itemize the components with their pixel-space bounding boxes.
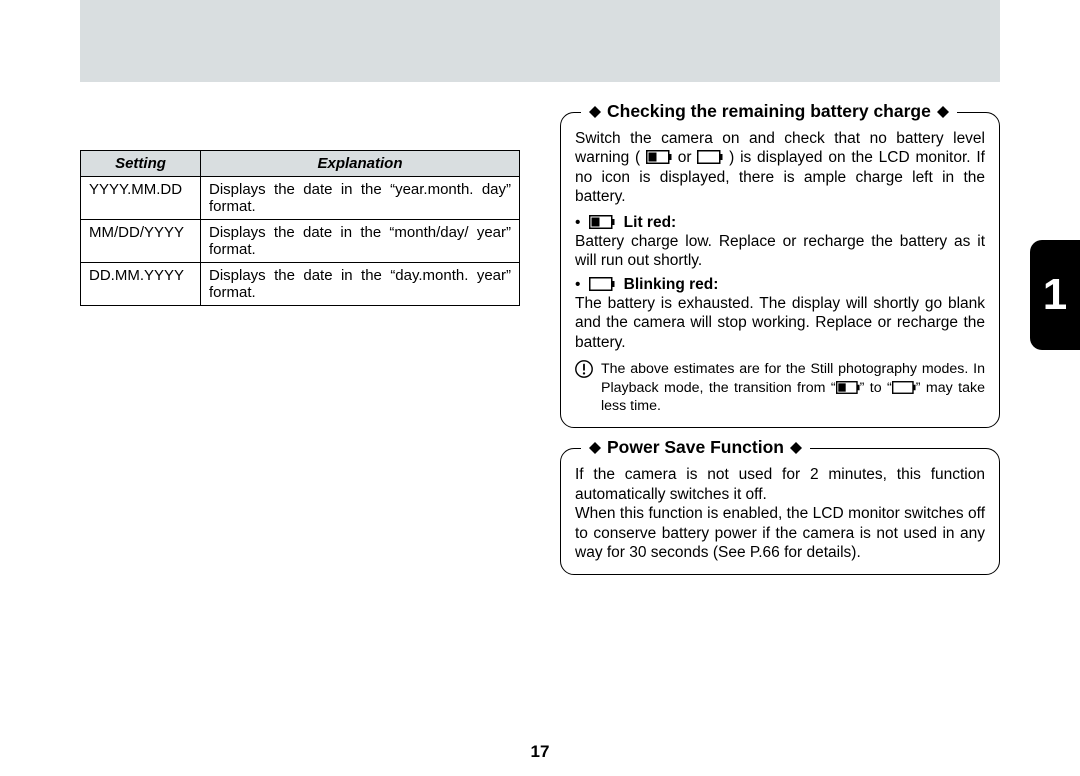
table-header-row: Setting Explanation xyxy=(81,151,520,177)
page: 1 Setting Explanation YYYY.MM.DD Display… xyxy=(0,0,1080,776)
col-header-explanation: Explanation xyxy=(201,151,520,177)
cell-setting: MM/DD/YYYY xyxy=(81,220,201,263)
box-title: Checking the remaining battery charge xyxy=(607,101,931,122)
diamond-icon xyxy=(790,442,802,454)
battery-empty-icon xyxy=(892,381,916,394)
table-row: DD.MM.YYYY Displays the date in the “day… xyxy=(81,263,520,306)
text-fragment: ” to “ xyxy=(860,380,892,396)
chapter-tab: 1 xyxy=(1030,240,1080,350)
battery-empty-icon xyxy=(697,150,723,164)
battery-low-icon xyxy=(836,381,860,394)
chapter-number: 1 xyxy=(1043,270,1067,320)
box-legend: Power Save Function xyxy=(581,437,810,458)
cell-explanation: Displays the date in the “month/day/ yea… xyxy=(201,220,520,263)
cell-setting: YYYY.MM.DD xyxy=(81,177,201,220)
date-format-table: Setting Explanation YYYY.MM.DD Displays … xyxy=(80,150,520,306)
header-band xyxy=(80,0,1000,82)
table-row: YYYY.MM.DD Displays the date in the “yea… xyxy=(81,177,520,220)
footnote-text: The above estimates are for the Still ph… xyxy=(601,360,985,415)
item-text: The battery is exhausted. The display wi… xyxy=(575,294,985,352)
box-legend: Checking the remaining battery charge xyxy=(581,101,957,122)
col-header-setting: Setting xyxy=(81,151,201,177)
cell-explanation: Displays the date in the “day.month. yea… xyxy=(201,263,520,306)
battery-low-icon xyxy=(589,215,615,229)
item-text: Battery charge low. Replace or recharge … xyxy=(575,232,985,271)
item-label: Lit red: xyxy=(619,214,676,231)
page-number: 17 xyxy=(0,742,1080,762)
box-title: Power Save Function xyxy=(607,437,784,458)
diamond-icon xyxy=(937,106,949,118)
diamond-icon xyxy=(589,442,601,454)
battery-empty-icon xyxy=(589,277,615,291)
right-column: Checking the remaining battery charge Sw… xyxy=(560,112,1000,595)
battery-check-box: Checking the remaining battery charge Sw… xyxy=(560,112,1000,428)
power-save-para2: When this function is enabled, the LCD m… xyxy=(575,504,985,562)
power-save-para1: If the camera is not used for 2 minutes,… xyxy=(575,465,985,504)
battery-status-item: • Lit red: Battery charge low. Replace o… xyxy=(575,213,985,271)
power-save-box: Power Save Function If the camera is not… xyxy=(560,448,1000,575)
battery-low-icon xyxy=(646,150,672,164)
text-fragment: or xyxy=(678,149,698,166)
battery-status-item: • Blinking red: The battery is exhausted… xyxy=(575,275,985,353)
table-row: MM/DD/YYYY Displays the date in the “mon… xyxy=(81,220,520,263)
footnote: The above estimates are for the Still ph… xyxy=(575,360,985,415)
item-label: Blinking red: xyxy=(619,276,718,293)
left-column: Setting Explanation YYYY.MM.DD Displays … xyxy=(80,150,520,306)
diamond-icon xyxy=(589,106,601,118)
battery-intro: Switch the camera on and check that no b… xyxy=(575,129,985,207)
cell-explanation: Displays the date in the “year.month. da… xyxy=(201,177,520,220)
cell-setting: DD.MM.YYYY xyxy=(81,263,201,306)
bullet: • xyxy=(575,214,585,231)
caution-icon xyxy=(575,360,593,378)
bullet: • xyxy=(575,276,585,293)
